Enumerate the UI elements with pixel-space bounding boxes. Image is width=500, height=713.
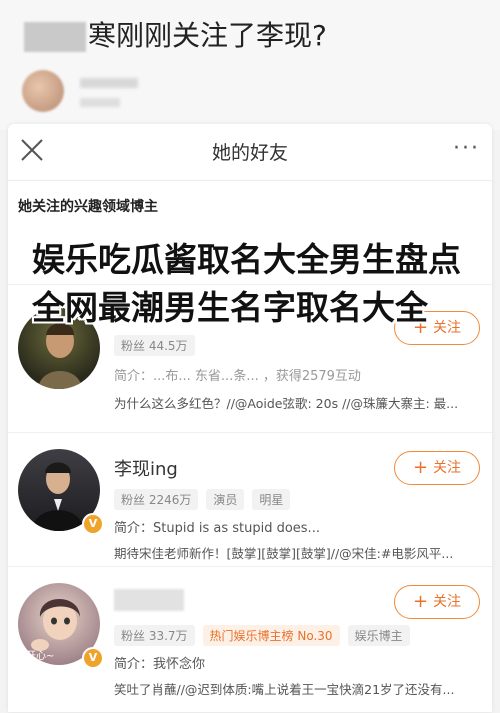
account-bio: 简介：...布... 东省...条... ，获得2579互动 <box>114 369 361 384</box>
panel-title: 她的好友 <box>211 142 288 164</box>
follow-button[interactable]: + 关注 <box>394 585 480 619</box>
account-row[interactable]: 开心~ V 粉丝 33.7万 热门娱乐博主榜 No.30 娱乐博主 简介：我怀念… <box>8 566 492 713</box>
post-title: 寒刚刚关注了李现? <box>24 14 327 54</box>
blurred-name <box>114 589 184 611</box>
blurred-avatar <box>22 70 64 112</box>
overlay-title: 娱乐吃瓜酱取名大全男生盘点全网最潮男生名字取名大全 <box>32 240 461 327</box>
more-icon[interactable]: ··· <box>453 136 480 161</box>
plus-icon: + <box>412 457 429 478</box>
recent-post[interactable]: 笑吐了肖蘸//@迟到体质:嘴上说着王一宝快滴21岁了还没有... <box>114 679 484 698</box>
account-row[interactable]: V 李现ing 粉丝 2246万 演员 明星 简介：Stupid is as s… <box>8 432 492 567</box>
tag-list: 粉丝 44.5万 <box>114 335 195 356</box>
blurred-name <box>80 78 138 88</box>
fans-count: 粉丝 33.7万 <box>114 625 195 646</box>
tag: 演员 <box>206 489 245 510</box>
tag-list: 粉丝 2246万 演员 明星 <box>114 489 291 510</box>
fans-count: 粉丝 2246万 <box>114 489 199 510</box>
tag: 明星 <box>252 489 291 510</box>
friends-panel: 她的好友 ··· 她关注的兴趣领域博主 粉丝 44.5万 简介：...布... … <box>8 124 492 712</box>
recent-post[interactable]: 为什么这么多红色？//@Aoide弦歌: 20s //@珠簾大寨主: 最... <box>114 393 484 412</box>
plus-icon: + <box>412 591 429 612</box>
blurred-meta <box>80 98 120 107</box>
fans-count: 粉丝 44.5万 <box>114 335 195 356</box>
previous-post-card: 寒刚刚关注了李现? <box>0 0 500 130</box>
recent-post[interactable]: 期待宋佳老师新作！[鼓掌][鼓掌][鼓掌]//@宋佳:#电影风平... <box>114 543 484 562</box>
avatar-text: 开心~ <box>26 650 54 662</box>
panel-header: 她的好友 ··· <box>8 124 492 181</box>
account-name[interactable]: 李现ing <box>114 455 178 481</box>
follow-button[interactable]: + 关注 <box>394 451 480 485</box>
tag-list: 粉丝 33.7万 热门娱乐博主榜 No.30 娱乐博主 <box>114 625 410 646</box>
blurred-username <box>24 22 86 52</box>
section-title: 她关注的兴趣领域博主 <box>18 199 158 215</box>
account-name[interactable] <box>114 589 186 611</box>
account-bio: 简介：我怀念你 <box>114 657 206 672</box>
verified-badge-icon: V <box>82 647 104 669</box>
account-bio: 简介：Stupid is as stupid does... <box>114 521 320 536</box>
verified-badge-icon: V <box>82 513 104 535</box>
ranking-tag: 热门娱乐博主榜 No.30 <box>202 625 340 646</box>
tag: 娱乐博主 <box>347 625 410 646</box>
